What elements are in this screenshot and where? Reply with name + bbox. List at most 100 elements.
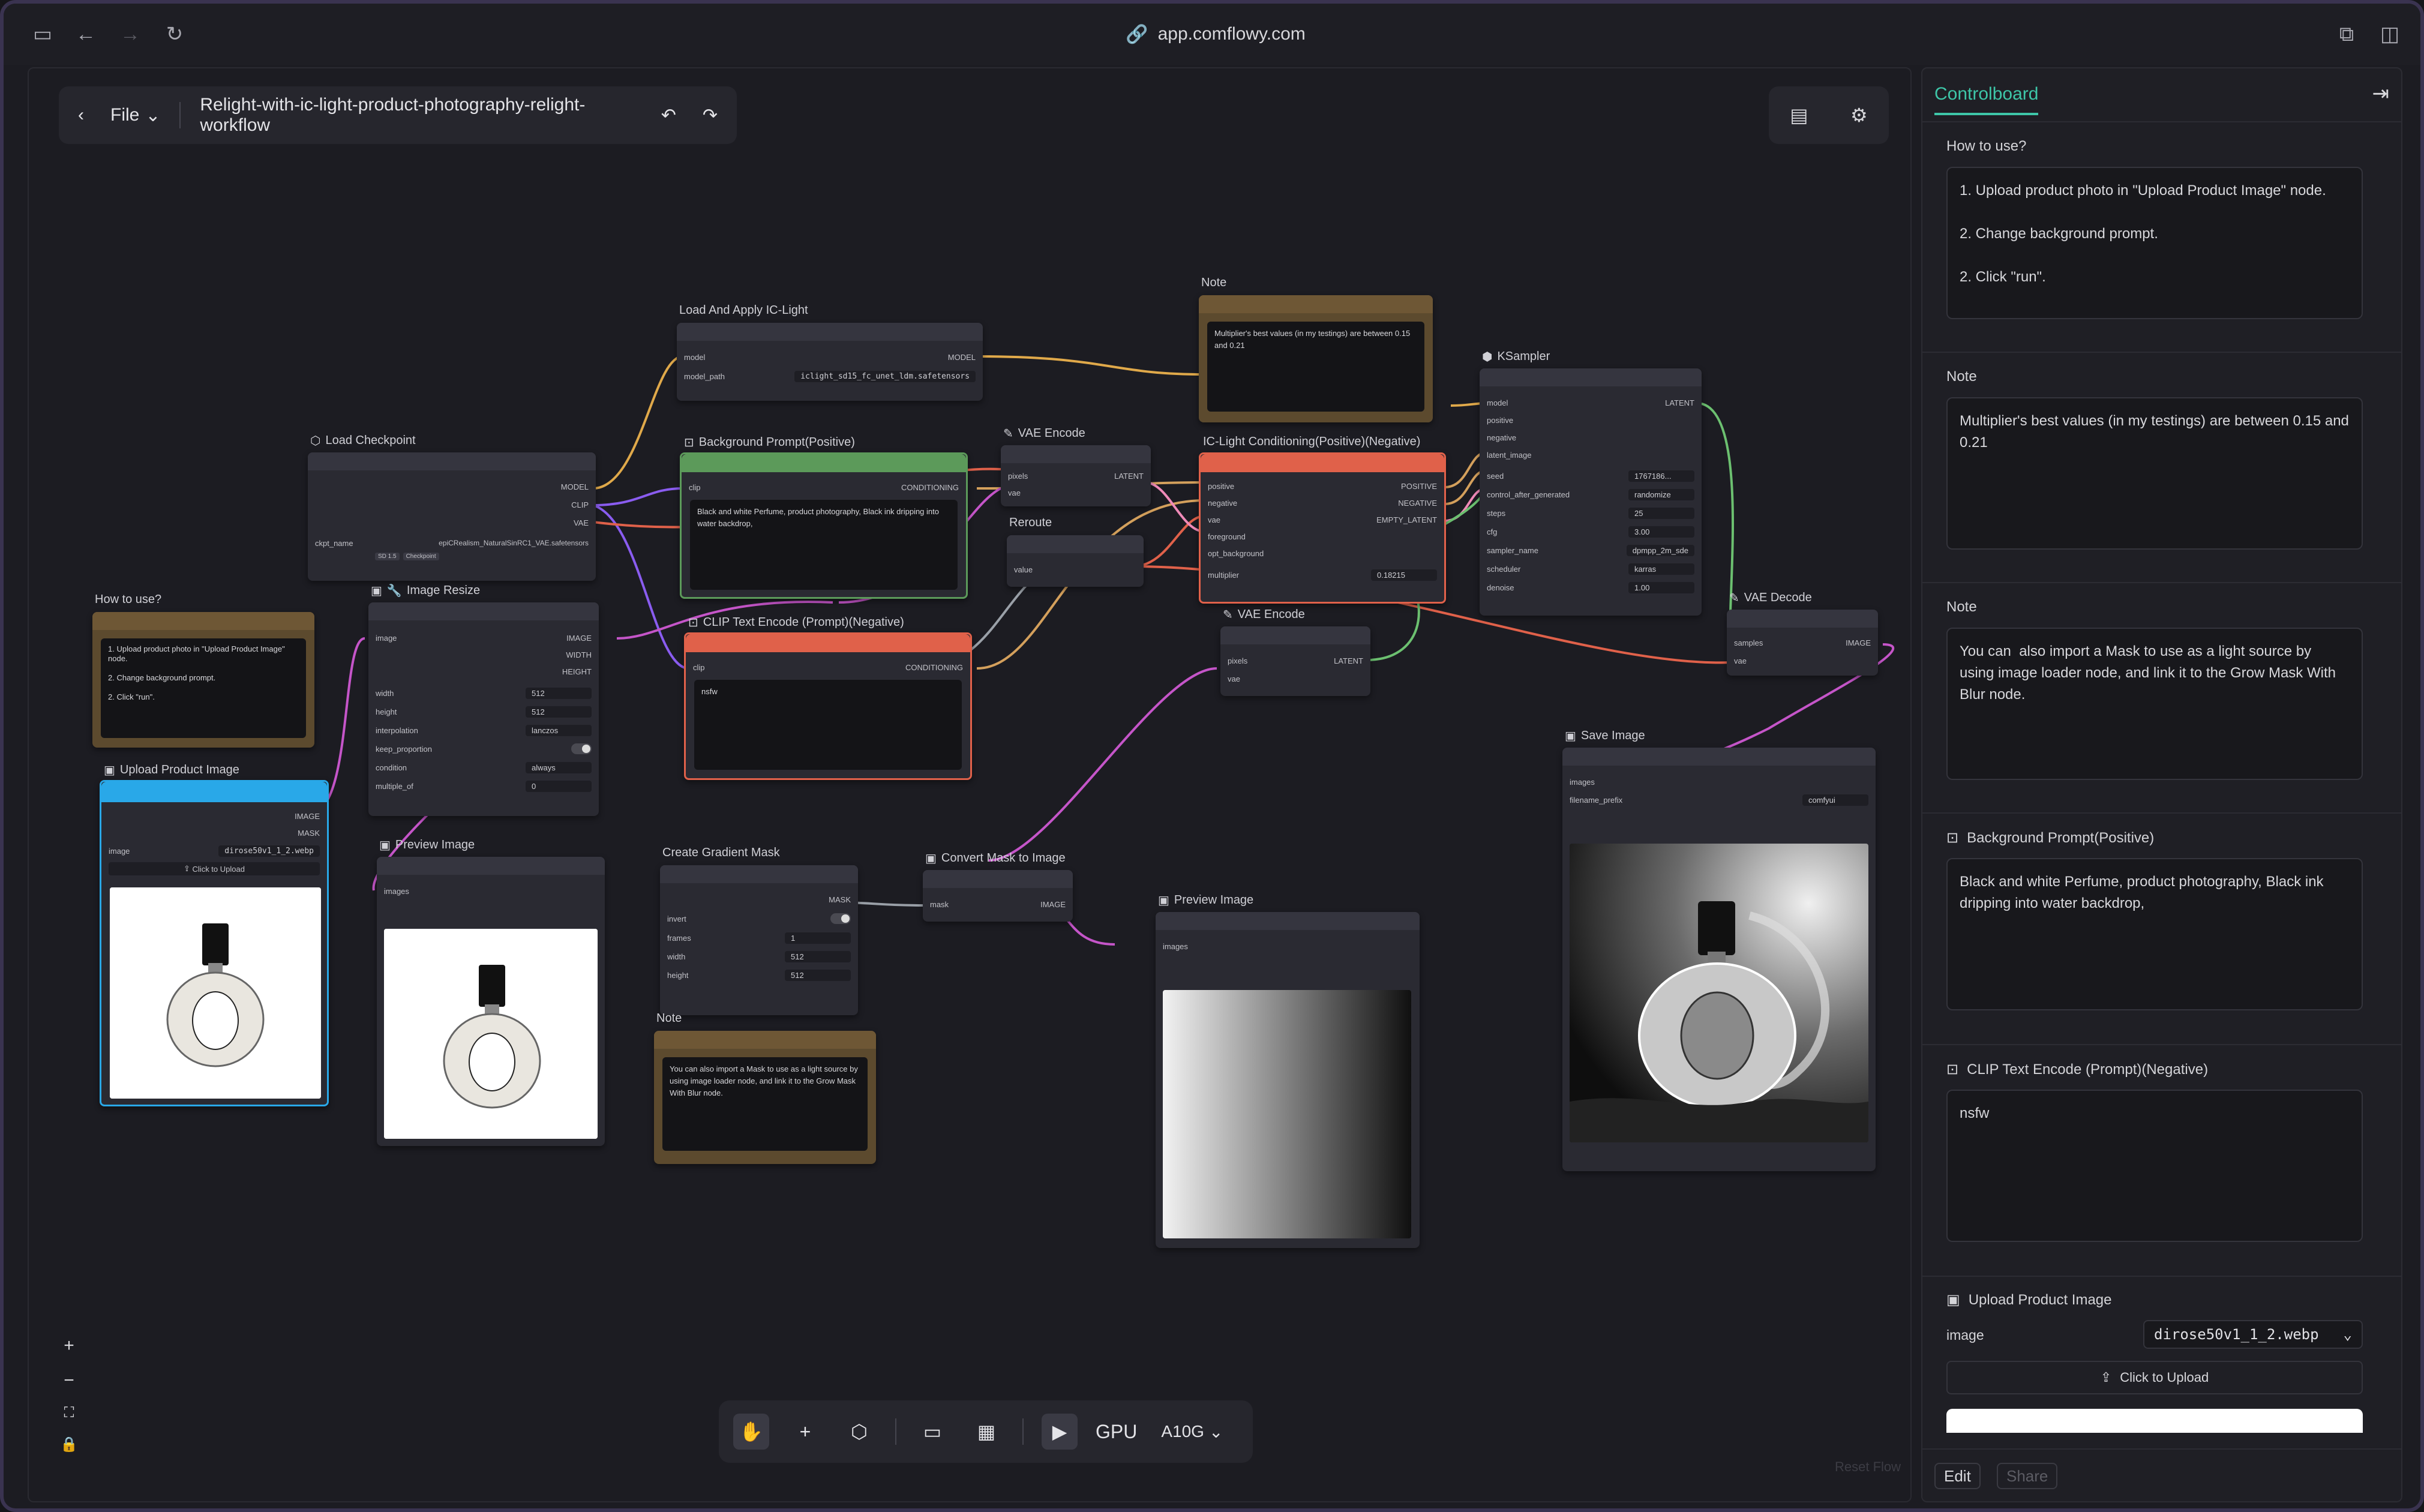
zoom-out-icon[interactable]: − — [64, 1370, 74, 1391]
input-pixels[interactable]: pixels — [1228, 656, 1247, 665]
workflow-canvas[interactable]: ‹ File ⌄ Relight-with-ic-light-product-ph… — [28, 67, 1912, 1502]
input-model[interactable]: model — [1487, 398, 1508, 407]
terminal-icon[interactable]: ▭ — [914, 1414, 950, 1450]
run-button[interactable]: ▶ — [1042, 1414, 1078, 1450]
resized-image-preview[interactable] — [384, 929, 598, 1139]
input-pixels[interactable]: pixels — [1008, 472, 1028, 481]
message-icon[interactable]: ▤ — [1790, 104, 1808, 127]
node-save-image[interactable]: ▣ Save Image images filename_prefix comfyu… — [1562, 729, 1876, 1171]
input-model[interactable]: model — [684, 353, 705, 362]
sidebar-toggle-icon[interactable]: ▭ — [28, 19, 58, 49]
output-latent[interactable]: LATENT — [1334, 656, 1363, 665]
node-vae-encode-top[interactable]: ✎ VAE Encode pixels LATENT vae — [1001, 427, 1151, 506]
node-convert-mask[interactable]: ▣ Convert Mask to Image mask IMAGE — [923, 851, 1073, 922]
input-opt-background[interactable]: opt_background — [1208, 549, 1264, 558]
output-image[interactable]: IMAGE — [1040, 900, 1066, 909]
file-menu-button[interactable]: File ⌄ — [103, 100, 167, 131]
prompt-textarea[interactable]: nsfw — [694, 680, 962, 770]
input-negative[interactable]: negative — [1208, 499, 1237, 508]
control-select[interactable]: randomize — [1628, 488, 1694, 500]
how-to-use-textarea[interactable]: 1. Upload product photo in "Upload Produ… — [1946, 167, 2363, 319]
upload-button[interactable]: Click to Upload — [193, 865, 245, 874]
share-button[interactable]: Share — [1997, 1463, 2058, 1489]
sampler-select[interactable]: dpmpp_2m_sde — [1626, 544, 1694, 556]
input-vae[interactable]: vae — [1734, 656, 1747, 665]
node-how-to-use[interactable]: How to use? 1. Upload product photo in "… — [92, 593, 314, 748]
node-image-resize[interactable]: ▣ 🔧 Image Resize image IMAGE WIDTH HEIGHT w… — [368, 584, 599, 816]
width-field[interactable]: 512 — [526, 687, 592, 699]
input-vae[interactable]: vae — [1228, 674, 1240, 683]
height-field[interactable]: 512 — [785, 969, 851, 981]
split-view-icon[interactable]: ◫ — [2375, 19, 2405, 49]
multiple-of-field[interactable]: 0 — [526, 780, 592, 792]
input-latent-image[interactable]: latent_image — [1487, 451, 1531, 460]
hand-tool-icon[interactable]: ✋ — [733, 1414, 769, 1450]
negative-prompt-textarea[interactable]: nsfw — [1946, 1090, 2363, 1242]
undo-icon[interactable]: ↶ — [654, 100, 683, 131]
back-icon[interactable]: ‹ — [71, 100, 91, 130]
forward-arrow-icon[interactable]: → — [115, 19, 145, 49]
gear-icon[interactable]: ⚙ — [1850, 104, 1868, 127]
output-image[interactable]: IMAGE — [295, 812, 320, 821]
invert-toggle[interactable] — [830, 913, 851, 924]
output-conditioning[interactable]: CONDITIONING — [905, 663, 963, 672]
keep-proportion-toggle[interactable] — [571, 743, 592, 754]
output-image-preview[interactable] — [1570, 844, 1868, 1142]
output-image[interactable]: IMAGE — [566, 634, 592, 643]
note-text[interactable]: You can also import a Mask to use as a l… — [662, 1057, 868, 1151]
interpolation-select[interactable]: lanczos — [526, 724, 592, 736]
layout-icon[interactable]: ▦ — [968, 1414, 1004, 1450]
output-clip[interactable]: CLIP — [571, 500, 589, 509]
node-clip-negative[interactable]: ⊡ CLIP Text Encode (Prompt)(Negative) cli… — [684, 616, 972, 780]
scheduler-select[interactable]: karras — [1628, 563, 1694, 575]
input-images[interactable]: images — [1163, 942, 1188, 951]
output-empty-latent[interactable]: EMPTY_LATENT — [1376, 515, 1437, 524]
width-field[interactable]: 512 — [785, 950, 851, 962]
edit-button[interactable]: Edit — [1934, 1463, 1981, 1489]
node-preview-image-2[interactable]: ▣ Preview Image images — [1156, 893, 1420, 1248]
redo-icon[interactable]: ↷ — [695, 100, 725, 131]
input-clip[interactable]: clip — [689, 483, 701, 492]
zoom-in-icon[interactable]: + — [64, 1336, 74, 1356]
output-width[interactable]: WIDTH — [566, 650, 592, 659]
node-preview-image-1[interactable]: ▣ Preview Image images — [377, 838, 605, 1146]
note-textarea[interactable]: You can also import a Mask to use as a l… — [1946, 628, 2363, 780]
input-clip[interactable]: clip — [693, 663, 705, 672]
node-upload-product[interactable]: ▣ Upload Product Image IMAGE MASK image di… — [100, 763, 329, 1106]
output-mask[interactable]: MASK — [298, 829, 320, 838]
output-image[interactable]: IMAGE — [1846, 638, 1871, 647]
workflow-title[interactable]: Relight-with-ic-light-product-photograph… — [193, 90, 641, 140]
prompt-textarea[interactable]: Black and white Perfume, product photogr… — [690, 500, 958, 590]
frames-field[interactable]: 1 — [785, 932, 851, 944]
node-vae-decode[interactable]: ✎ VAE Decode samples IMAGE vae — [1727, 591, 1878, 676]
note-textarea[interactable]: Multiplier's best values (in my testings… — [1946, 397, 2363, 550]
output-model[interactable]: MODEL — [561, 482, 589, 491]
gradient-mask-preview[interactable] — [1163, 990, 1411, 1238]
input-mask[interactable]: mask — [930, 900, 949, 909]
lock-icon[interactable]: 🔒 — [60, 1436, 78, 1453]
node-note-bottom[interactable]: Note You can also import a Mask to use a… — [654, 1012, 876, 1164]
node-ic-conditioning[interactable]: IC-Light Conditioning(Positive)(Negative… — [1199, 435, 1446, 604]
output-model[interactable]: MODEL — [948, 353, 976, 362]
output-mask[interactable]: MASK — [829, 895, 851, 904]
input-negative[interactable]: negative — [1487, 433, 1516, 442]
uploaded-product-image[interactable] — [110, 887, 321, 1099]
node-vae-encode-mid[interactable]: ✎ VAE Encode pixels LATENT vae — [1220, 608, 1370, 696]
multiplier-field[interactable]: 0.18215 — [1371, 569, 1437, 581]
output-latent[interactable]: LATENT — [1114, 472, 1144, 481]
reload-icon[interactable]: ↻ — [160, 19, 190, 49]
node-ksampler[interactable]: ⬢ KSampler model LATENT positive negative … — [1480, 350, 1702, 616]
input-positive[interactable]: positive — [1487, 416, 1513, 425]
input-samples[interactable]: samples — [1734, 638, 1763, 647]
ckpt-select[interactable]: epiCRealism_NaturalSinRC1_VAE.safetensor… — [439, 539, 589, 547]
input-image[interactable]: image — [376, 634, 397, 643]
note-text[interactable]: 1. Upload product photo in "Upload Produ… — [101, 638, 306, 738]
denoise-field[interactable]: 1.00 — [1628, 581, 1694, 593]
node-load-checkpoint[interactable]: ⬡ Load Checkpoint MODEL CLIP VAE ckpt_nam… — [308, 434, 596, 581]
filename-prefix-field[interactable]: comfyui — [1802, 794, 1868, 806]
node-load-ic-light[interactable]: Load And Apply IC-Light model MODEL model… — [677, 304, 983, 401]
add-node-icon[interactable]: + — [787, 1414, 823, 1450]
output-conditioning[interactable]: CONDITIONING — [901, 483, 959, 492]
node-note-top[interactable]: Note Multiplier's best values (in my tes… — [1199, 276, 1433, 422]
cube-icon[interactable]: ⬡ — [841, 1414, 877, 1450]
